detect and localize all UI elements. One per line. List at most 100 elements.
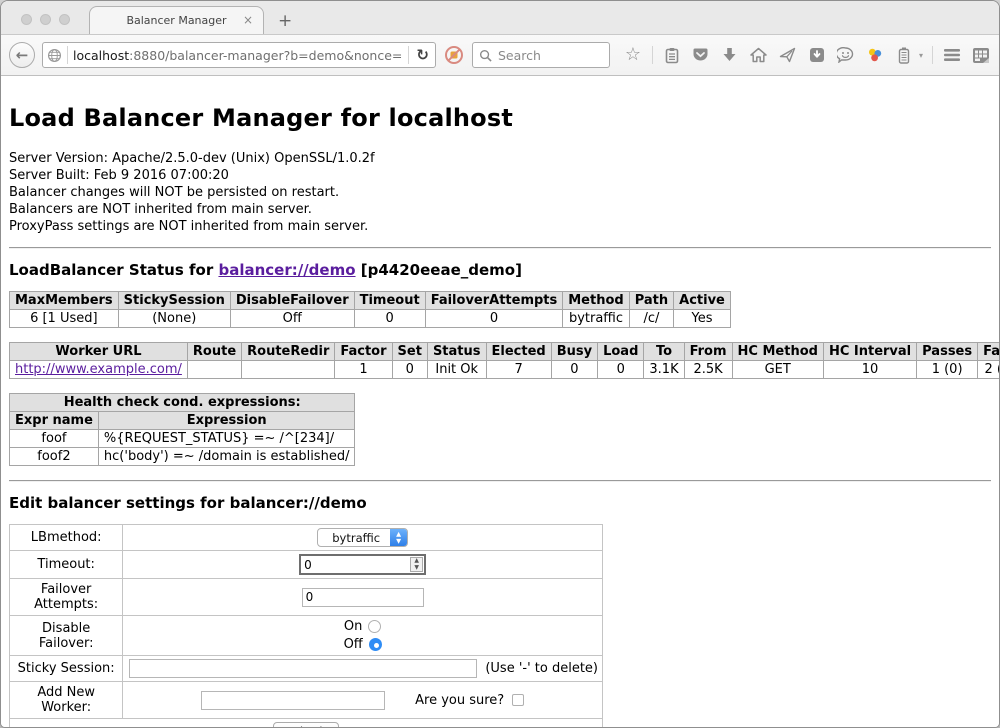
bookmark-star-icon[interactable]: ☆: [623, 45, 643, 65]
downloads-icon[interactable]: [720, 45, 740, 65]
table-cell: 0: [425, 310, 563, 328]
table-cell: /c/: [629, 310, 673, 328]
table-cell: 10: [823, 361, 916, 379]
disable-failover-off-radio[interactable]: [369, 638, 382, 651]
column-header: Method: [563, 292, 629, 310]
column-header: Timeout: [354, 292, 425, 310]
home-icon[interactable]: [749, 45, 769, 65]
column-header: Set: [392, 343, 427, 361]
timeout-value: 0: [301, 556, 409, 573]
column-header: To: [644, 343, 684, 361]
column-header: Path: [629, 292, 673, 310]
column-header: HC Interval: [823, 343, 916, 361]
table-cell: http://www.example.com/: [10, 361, 188, 379]
timeout-label: Timeout:: [10, 551, 123, 579]
disable-failover-label: Disable Failover:: [10, 616, 123, 656]
table-row: foof%{REQUEST_STATUS} =~ /^[234]/: [10, 430, 355, 448]
toolbar-divider: [932, 46, 933, 64]
table-cell: [242, 361, 335, 379]
color-dots-icon[interactable]: [865, 45, 885, 65]
feedback-smiley-icon[interactable]: [836, 45, 856, 65]
section-divider: [9, 480, 991, 482]
tab-bar: Balancer Manager × +: [1, 1, 999, 34]
battery-icon[interactable]: [894, 45, 914, 65]
tab-balancer-manager[interactable]: Balancer Manager ×: [89, 6, 264, 34]
worker-status-table: Worker URLRouteRouteRedirFactorSetStatus…: [9, 342, 999, 379]
tab-title: Balancer Manager: [126, 14, 226, 27]
timeout-input[interactable]: 0 ▲▼: [299, 554, 426, 575]
table-cell: [187, 361, 241, 379]
sticky-session-label: Sticky Session:: [10, 656, 123, 682]
confirm-checkbox[interactable]: [512, 694, 524, 706]
send-plane-icon[interactable]: [778, 45, 798, 65]
column-header: RouteRedir: [242, 343, 335, 361]
search-field[interactable]: Search: [472, 42, 610, 68]
close-window-button[interactable]: [21, 14, 32, 25]
table-cell: Off: [230, 310, 354, 328]
battery-dropdown-caret-icon[interactable]: ▾: [919, 51, 923, 60]
add-worker-input[interactable]: [201, 691, 385, 710]
lbmethod-select[interactable]: bytraffic ▲▼: [317, 528, 408, 547]
table-cell: 1: [335, 361, 392, 379]
clipboard-icon[interactable]: [662, 45, 682, 65]
worker-url-link[interactable]: http://www.example.com/: [15, 362, 182, 377]
menu-hamburger-icon[interactable]: [942, 45, 962, 65]
table-cell: foof: [10, 430, 99, 448]
save-to-pocket-icon[interactable]: [807, 45, 827, 65]
zoom-window-button[interactable]: [59, 14, 70, 25]
radio-off-label: Off: [344, 637, 363, 652]
search-icon: [479, 49, 492, 62]
window-controls[interactable]: [21, 14, 70, 25]
column-header: MaxMembers: [10, 292, 119, 310]
grid-extension-icon[interactable]: [971, 45, 991, 65]
minimize-window-button[interactable]: [40, 14, 51, 25]
column-header: Fails: [978, 343, 999, 361]
number-spinner-icon[interactable]: ▲▼: [410, 557, 423, 572]
column-header: Route: [187, 343, 241, 361]
edit-settings-heading: Edit balancer settings for balancer://de…: [9, 494, 991, 512]
failover-attempts-row: Failover Attempts:: [10, 579, 603, 616]
server-version-line: Server Version: Apache/2.5.0-dev (Unix) …: [9, 150, 991, 167]
table-cell: %{REQUEST_STATUS} =~ /^[234]/: [98, 430, 355, 448]
tab-close-icon[interactable]: ×: [243, 13, 253, 27]
loadbalancer-status-heading: LoadBalancer Status for balancer://demo …: [9, 261, 991, 279]
lbmethod-label: LBmethod:: [10, 525, 123, 551]
table-cell: (None): [118, 310, 230, 328]
failover-attempts-input[interactable]: [302, 588, 424, 607]
browser-window: Balancer Manager × + ← localhost:8880/ba…: [0, 0, 1000, 728]
add-worker-row: Add New Worker: Are you sure?: [10, 682, 603, 719]
url-text[interactable]: localhost:8880/balancer-manager?b=demo&n…: [73, 48, 403, 63]
sticky-session-input[interactable]: [129, 659, 477, 678]
table-cell: Init Ok: [427, 361, 486, 379]
table-cell: 2 (0): [978, 361, 999, 379]
table-row: foof2hc('body') =~ /domain is establishe…: [10, 448, 355, 466]
submit-button[interactable]: Submit: [273, 722, 340, 728]
proxypass-note-line: ProxyPass settings are NOT inherited fro…: [9, 218, 991, 235]
urlbar-divider: [67, 46, 68, 64]
submit-row: Submit: [10, 719, 603, 728]
table-cell: 1 (0): [917, 361, 978, 379]
table-title: Health check cond. expressions:: [10, 394, 355, 412]
pocket-shield-icon[interactable]: [691, 45, 711, 65]
new-tab-button[interactable]: +: [278, 13, 292, 30]
column-header: Expr name: [10, 412, 99, 430]
column-header: Status: [427, 343, 486, 361]
column-header: Load: [598, 343, 644, 361]
table-cell: 2.5K: [684, 361, 732, 379]
url-bar[interactable]: localhost:8880/balancer-manager?b=demo&n…: [42, 42, 436, 68]
site-identity-globe-icon[interactable]: [47, 48, 62, 63]
table-cell: foof2: [10, 448, 99, 466]
server-built-line: Server Built: Feb 9 2016 07:00:20: [9, 167, 991, 184]
page-content: Load Balancer Manager for localhost Serv…: [1, 76, 999, 728]
search-placeholder: Search: [498, 48, 541, 63]
balancer-demo-link[interactable]: balancer://demo: [218, 261, 355, 279]
column-header: From: [684, 343, 732, 361]
content-blocker-icon[interactable]: [443, 44, 465, 66]
column-header: StickySession: [118, 292, 230, 310]
table-cell: hc('body') =~ /domain is established/: [98, 448, 355, 466]
back-button[interactable]: ←: [9, 42, 35, 68]
reload-icon[interactable]: ↻: [414, 46, 431, 64]
disable-failover-on-radio[interactable]: [368, 620, 381, 633]
section-divider: [9, 247, 991, 249]
table-cell: 7: [486, 361, 551, 379]
